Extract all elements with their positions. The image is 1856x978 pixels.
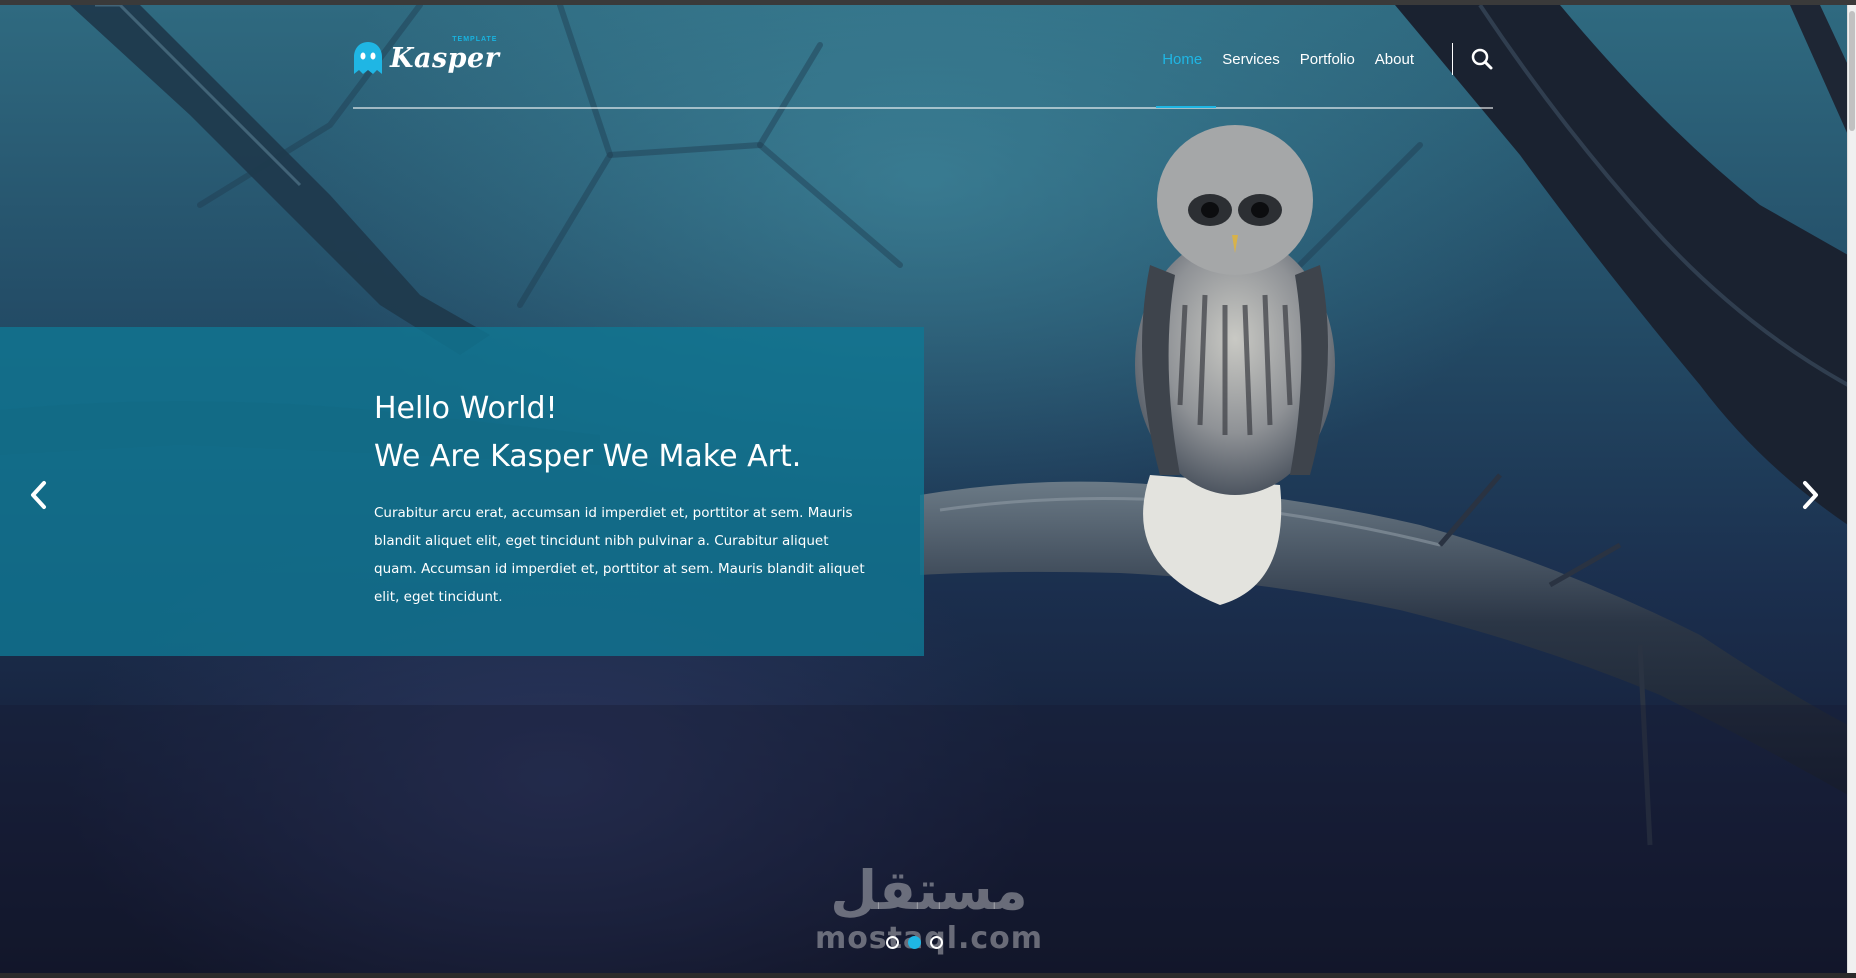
hero-slider: Kasper TEMPLATE Home Services Portfolio … (0, 5, 1848, 973)
slider-dot-2[interactable] (908, 936, 921, 949)
nav-link-services[interactable]: Services (1222, 51, 1280, 68)
window-bottom-bar (0, 973, 1856, 978)
nav-link-about[interactable]: About (1375, 51, 1414, 68)
nav-link-portfolio[interactable]: Portfolio (1300, 51, 1355, 68)
nav-link-home[interactable]: Home (1162, 51, 1202, 68)
hero-headline: Hello World! We Are Kasper We Make Art. (374, 385, 874, 481)
scrollbar-thumb[interactable] (1849, 11, 1855, 131)
slider-indicators (886, 936, 952, 949)
hero-caption: Hello World! We Are Kasper We Make Art. … (374, 385, 874, 611)
logo[interactable]: Kasper TEMPLATE (353, 36, 500, 78)
main-nav: Home Services Portfolio About (1142, 43, 1493, 75)
hero-caption-panel: Hello World! We Are Kasper We Make Art. … (0, 327, 924, 656)
nav-active-indicator (1156, 106, 1216, 108)
search-icon[interactable] (1471, 48, 1493, 70)
slider-dot-3[interactable] (930, 936, 943, 949)
page-scrollbar[interactable] (1847, 5, 1856, 973)
slider-dot-1[interactable] (886, 936, 899, 949)
hero-description: Curabitur arcu erat, accumsan id imperdi… (374, 505, 865, 605)
hero-headline-line2: We Are Kasper We Make Art. (374, 439, 802, 474)
chevron-left-icon[interactable] (25, 475, 53, 515)
logo-tagline: TEMPLATE (452, 35, 498, 43)
site-header: Kasper TEMPLATE Home Services Portfolio … (353, 33, 1493, 109)
nav-divider (1452, 43, 1453, 75)
chevron-right-icon[interactable] (1796, 475, 1824, 515)
logo-name: Kasper (390, 42, 500, 74)
logo-text: Kasper TEMPLATE (390, 36, 500, 74)
hero-headline-line1: Hello World! (374, 391, 558, 426)
ghost-icon (354, 42, 382, 74)
